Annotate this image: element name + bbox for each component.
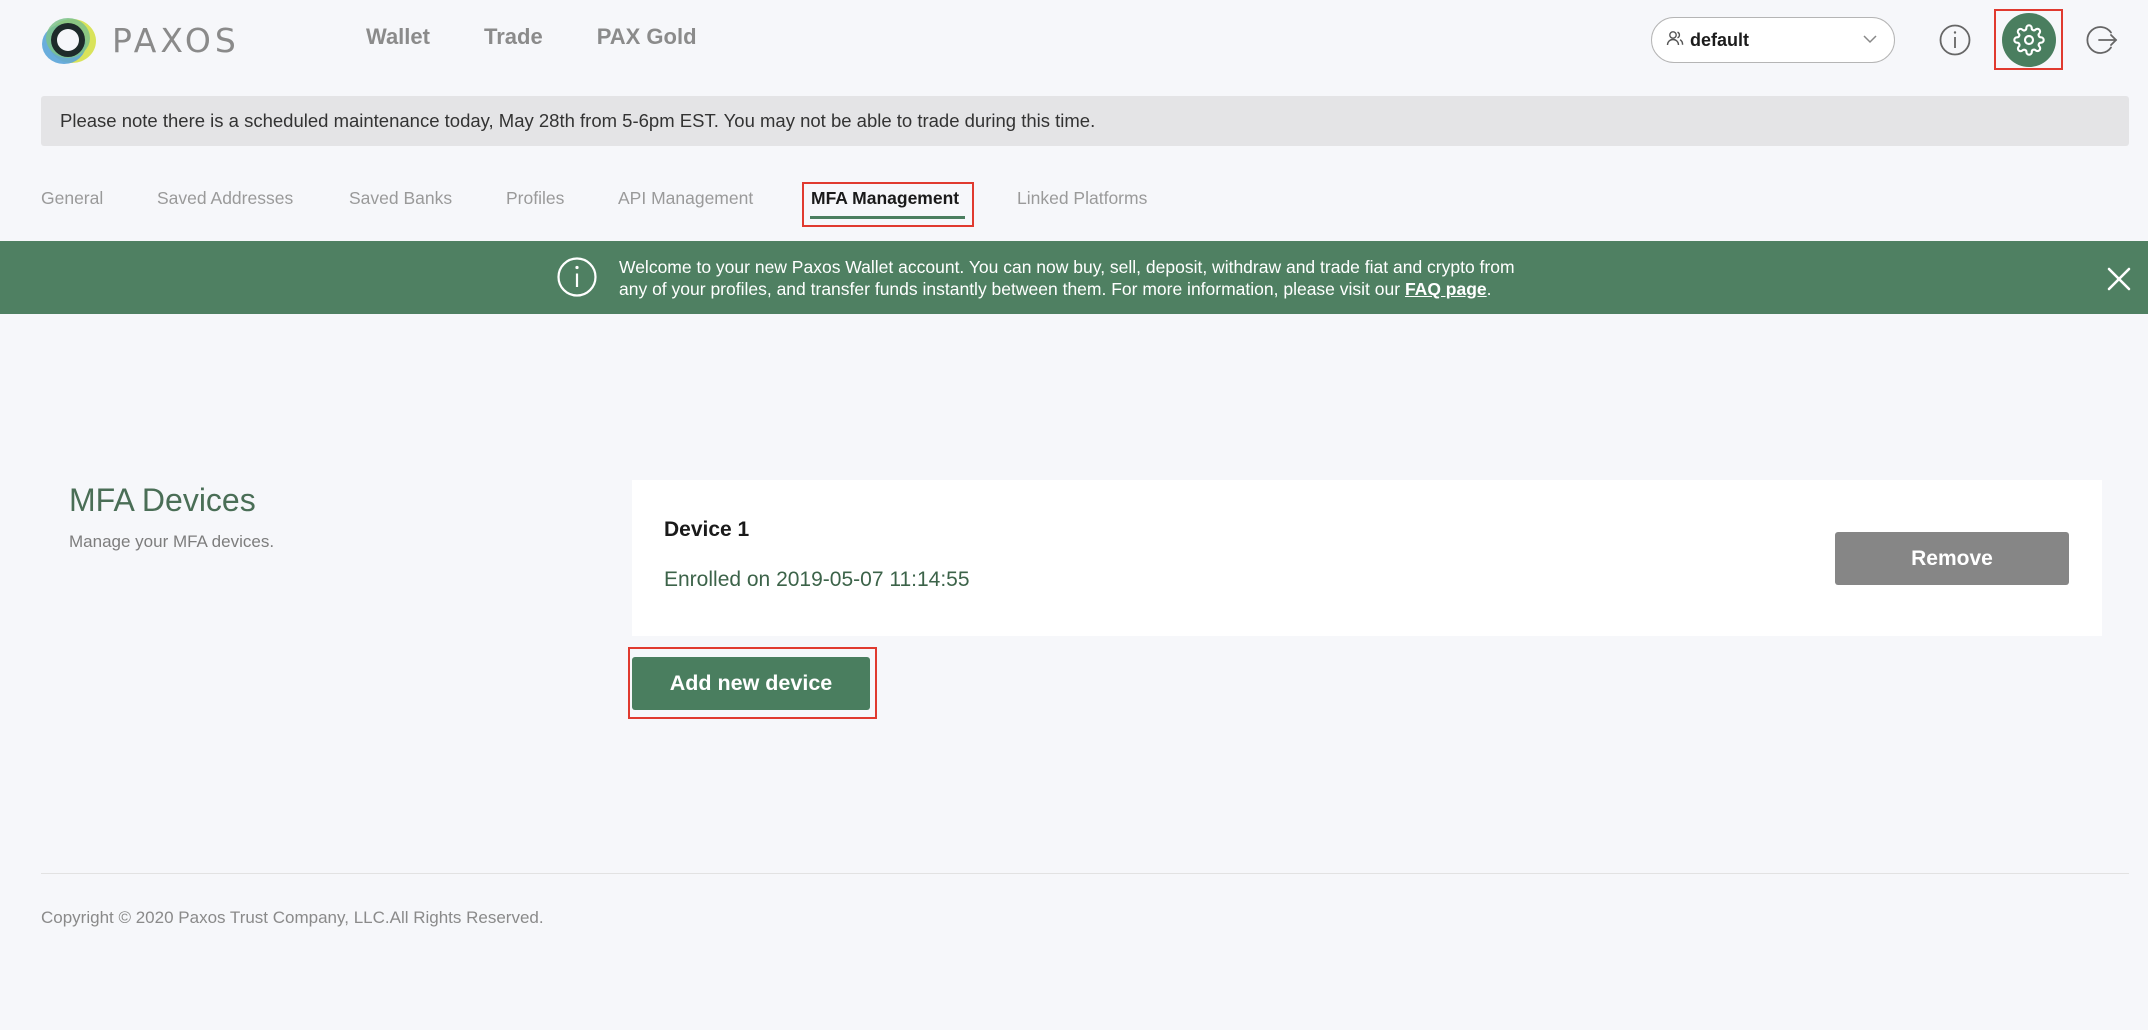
- gear-icon: [2012, 23, 2045, 56]
- mfa-section-title: MFA Devices: [69, 482, 256, 518]
- faq-link[interactable]: FAQ page: [1405, 279, 1487, 299]
- mfa-section-subtitle: Manage your MFA devices.: [69, 532, 275, 551]
- paxos-logo-icon: [40, 14, 98, 66]
- maintenance-notice: Please note there is a scheduled mainten…: [41, 96, 2129, 146]
- profile-select[interactable]: default: [1651, 17, 1895, 63]
- tab-saved-addresses[interactable]: Saved Addresses: [157, 188, 293, 209]
- add-new-device-button[interactable]: Add new device: [632, 657, 870, 710]
- chevron-down-icon: [1862, 31, 1878, 52]
- nav-trade[interactable]: Trade: [484, 24, 543, 50]
- main-nav: Wallet Trade PAX Gold: [366, 24, 697, 50]
- tab-general[interactable]: General: [41, 188, 103, 209]
- footer-divider: [41, 873, 2129, 874]
- user-icon: [1666, 29, 1684, 52]
- info-icon: [556, 256, 598, 303]
- welcome-line-2-text: any of your profiles, and transfer funds…: [619, 279, 1401, 299]
- top-header: PAXOS Wallet Trade PAX Gold default: [0, 0, 2148, 80]
- welcome-banner: Welcome to your new Paxos Wallet account…: [0, 241, 2148, 314]
- settings-circle: [2001, 12, 2056, 67]
- copyright-text: Copyright © 2020 Paxos Trust Company, LL…: [41, 908, 544, 927]
- tab-linked-platforms[interactable]: Linked Platforms: [1017, 188, 1147, 209]
- welcome-line-1: Welcome to your new Paxos Wallet account…: [619, 257, 1515, 277]
- welcome-line-2-end: .: [1486, 279, 1492, 299]
- paxos-logo[interactable]: PAXOS: [40, 14, 240, 66]
- tab-profiles[interactable]: Profiles: [506, 188, 564, 209]
- welcome-line-2: any of your profiles, and transfer funds…: [619, 278, 1619, 300]
- brand-name: PAXOS: [112, 20, 240, 60]
- nav-wallet[interactable]: Wallet: [366, 24, 430, 50]
- profile-select-value: default: [1690, 29, 1750, 50]
- maintenance-notice-text: Please note there is a scheduled mainten…: [60, 110, 1096, 131]
- tab-api-management[interactable]: API Management: [618, 188, 753, 209]
- device-enrolled-date: Enrolled on 2019-05-07 11:14:55: [664, 568, 970, 591]
- close-banner-button[interactable]: [2107, 267, 2131, 296]
- nav-pax-gold[interactable]: PAX Gold: [597, 24, 697, 50]
- tab-highlight-box: [802, 182, 974, 227]
- remove-device-button[interactable]: Remove: [1835, 532, 2069, 585]
- info-icon: [1939, 24, 1971, 56]
- welcome-message: Welcome to your new Paxos Wallet account…: [619, 256, 1619, 300]
- close-icon: [2107, 267, 2131, 291]
- logout-button[interactable]: [2084, 22, 2120, 58]
- settings-button[interactable]: [1994, 9, 2063, 70]
- device-card: Device 1 Enrolled on 2019-05-07 11:14:55…: [632, 480, 2102, 636]
- info-button[interactable]: [1937, 22, 1973, 58]
- logout-icon: [2086, 26, 2118, 54]
- device-name: Device 1: [664, 518, 750, 541]
- tab-saved-banks[interactable]: Saved Banks: [349, 188, 452, 209]
